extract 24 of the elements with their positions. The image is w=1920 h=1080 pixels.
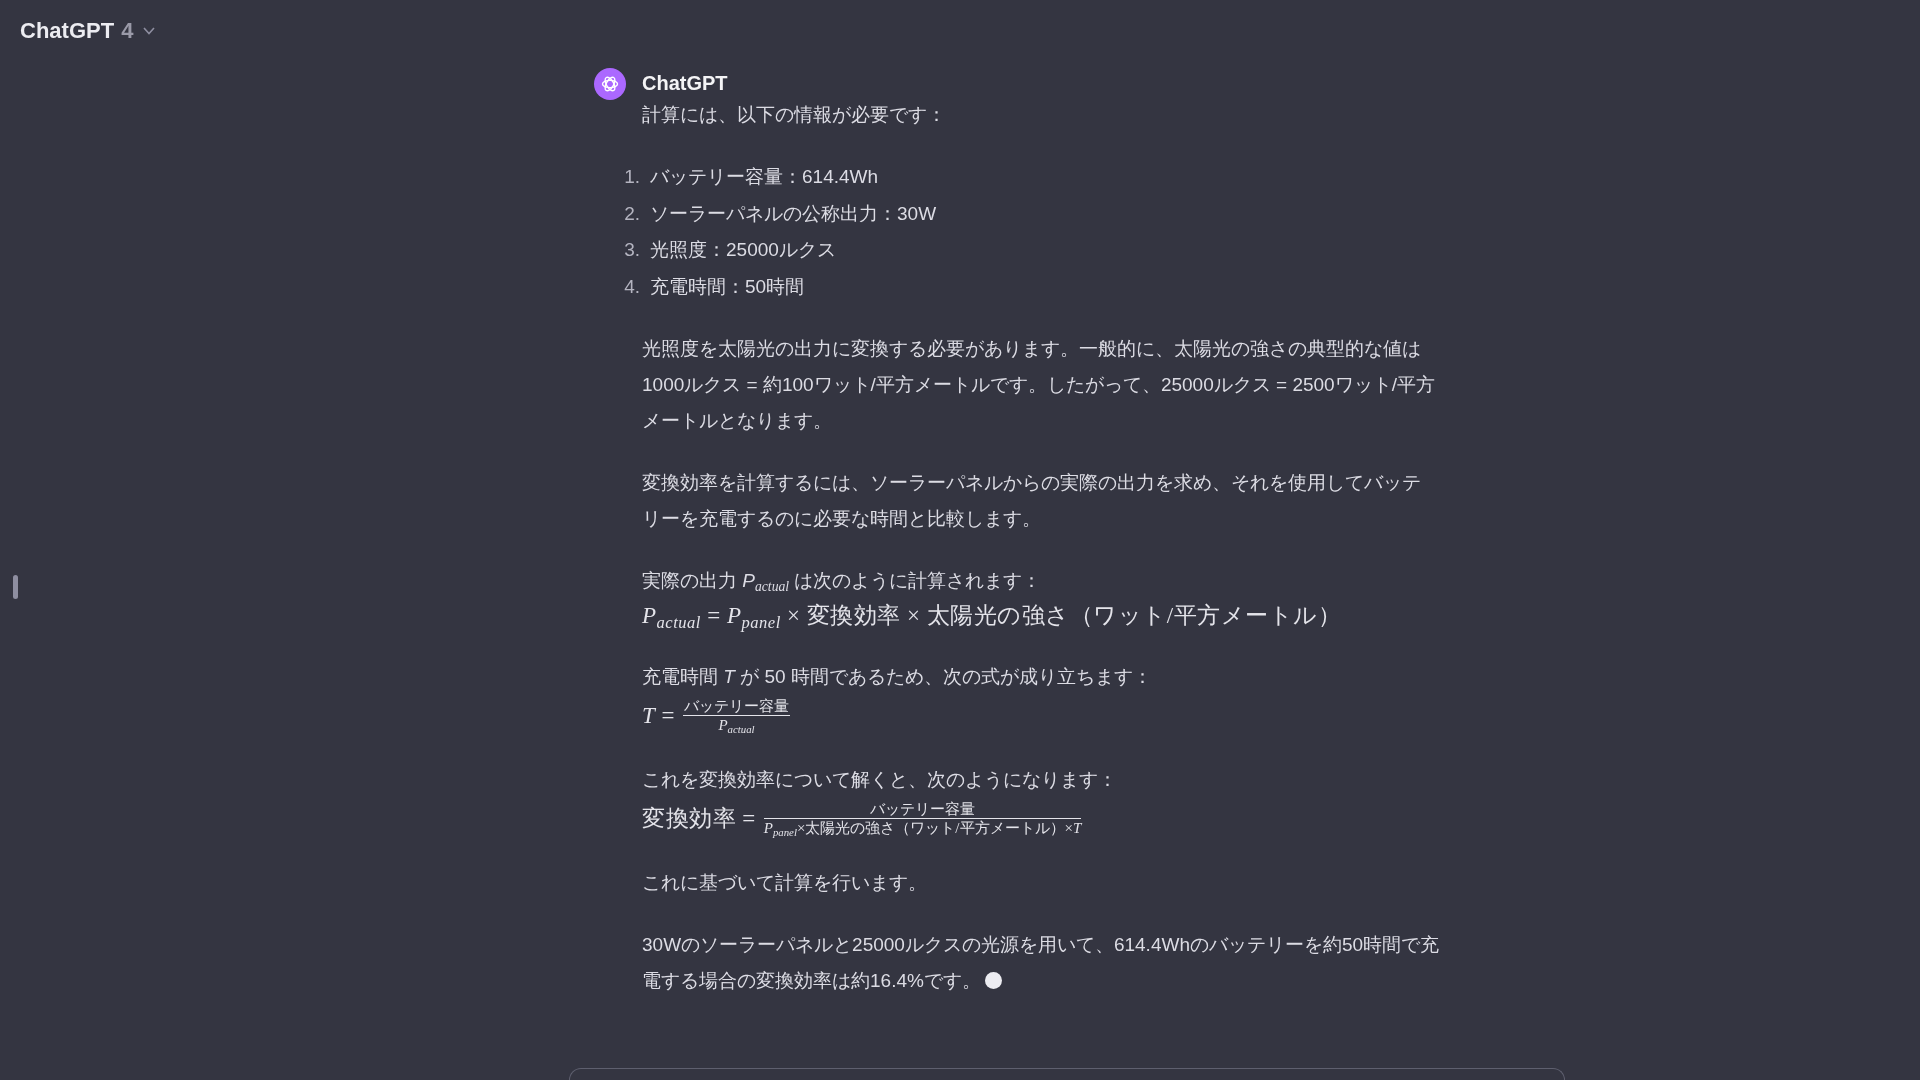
list-item-text: ソーラーパネルの公称出力：30W [650,201,938,226]
message-input-field[interactable] [569,1068,1565,1080]
list-number: 2. [623,201,640,226]
list-number: 3. [623,238,640,262]
model-selector-button[interactable]: ChatGPT 4 [20,18,156,44]
list-item-text: 光照度：25000ルクス [650,238,837,262]
message-paragraph: 実際の出力 P$_{actual}$ は次のように計算されます： [642,569,1043,597]
message-paragraph: 充電時間 T が 50 時間であるため、次の式が成り立ちます： [642,665,1153,689]
message-paragraph: 30Wのソーラーパネルと25000ルクスの光源を用いて、614.4Whのバッテリーを約50時間で充電する場合の変換効率は約16.4%です。 [642,934,1440,991]
message-paragraph: 光照度を太陽光の出力に変換する必要があります。一般的に、太陽光の強さの典型的な値は1000ルクス = 約100ワット/平方メートルです。したがって、25000ルクス = 2500ワット/平方メートルとなります。 [642,338,1435,431]
list-number: 1. [623,165,640,189]
message-paragraph: これを変換効率について解くと、次のようになります： [642,768,1118,792]
list-number: 4. [623,274,640,299]
assistant-avatar-icon [594,68,626,100]
message-paragraph: 計算には、以下の情報が必要です： [642,104,946,125]
list-item-text: 充電時間：50時間 [650,274,806,299]
message-paragraph: 変換効率を計算するには、ソーラーパネルからの実際の出力を求め、それを使用してバッテリーを充電するのに必要な時間と比較します。 [642,472,1421,529]
list-item-text: バッテリー容量：614.4Wh [650,165,880,189]
math-formula: P$_{actual}$ = P$_{panel}$ × 変換効率 × 太陽光の強さ（ワット/平方メートル） [642,602,1343,633]
sidebar-handle[interactable] [12,575,18,599]
author-name: ChatGPT [642,71,729,96]
math-formula: 変換効率 = バッテリー容量 P$_{panel}$×太陽光の強さ（ワット/平方メートル）×T [642,799,1083,839]
message-paragraph: これに基づいて計算を行います。 [642,872,927,893]
chevron-down-icon [143,27,156,35]
